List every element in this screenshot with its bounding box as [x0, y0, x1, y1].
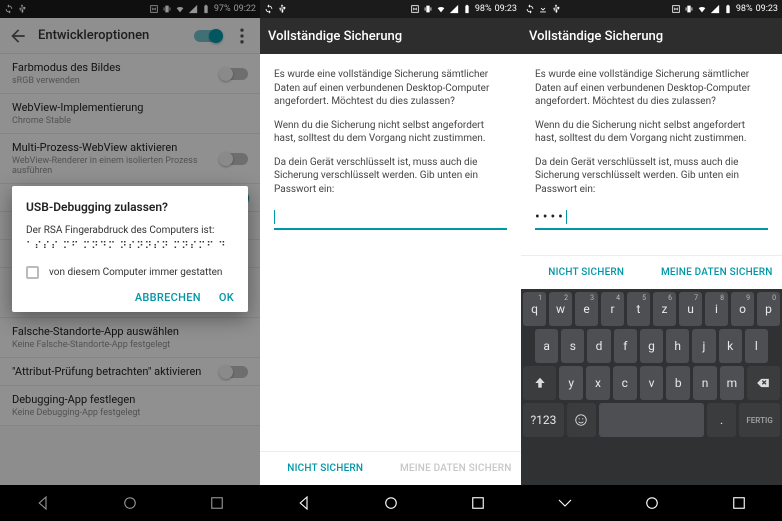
always-allow-checkbox[interactable]: von diesem Computer immer gestatten: [26, 266, 234, 279]
page-title: Vollständige Sicherung: [529, 29, 774, 44]
key-g[interactable]: g: [640, 329, 663, 363]
backup-paragraph-2: Wenn du die Sicherung nicht selbst angef…: [535, 119, 768, 146]
key-symbols[interactable]: ?123: [523, 403, 564, 437]
key-z[interactable]: z6: [653, 292, 676, 326]
key-y[interactable]: y: [559, 366, 583, 400]
wifi-icon: [697, 4, 707, 14]
key-space[interactable]: [599, 403, 704, 437]
key-b[interactable]: b: [666, 366, 690, 400]
key-n[interactable]: n: [693, 366, 717, 400]
do-not-backup-button[interactable]: NICHT SICHERN: [260, 452, 391, 485]
backup-paragraph-1: Es wurde eine vollständige Sicherung säm…: [535, 68, 768, 109]
status-bar: 98% 09:23: [260, 0, 521, 18]
nav-home-icon[interactable]: [632, 491, 672, 515]
key-done[interactable]: FERTIG: [739, 403, 780, 437]
battery-icon: [723, 4, 733, 14]
key-d[interactable]: d: [587, 329, 610, 363]
nav-back-icon[interactable]: [284, 491, 324, 515]
key-q[interactable]: q1: [523, 292, 546, 326]
clock: 09:23: [495, 4, 517, 14]
nav-hide-keyboard-icon[interactable]: [545, 491, 585, 515]
sync-icon: [525, 4, 535, 14]
usb-icon: [551, 4, 561, 14]
key-o[interactable]: o9: [731, 292, 754, 326]
screenshot-full-backup-empty: 98% 09:23 Vollständige Sicherung Es wurd…: [260, 0, 521, 521]
page-title: Vollständige Sicherung: [268, 29, 513, 44]
key-u[interactable]: u7: [679, 292, 702, 326]
nfc-icon: [410, 4, 420, 14]
key-x[interactable]: x: [586, 366, 610, 400]
key-s[interactable]: s: [561, 329, 584, 363]
clock: 09:23: [756, 4, 778, 14]
key-r[interactable]: r4: [601, 292, 624, 326]
checkbox-label: von diesem Computer immer gestatten: [49, 267, 222, 278]
battery-icon: [462, 4, 472, 14]
key-backspace[interactable]: [747, 366, 780, 400]
app-bar: Vollständige Sicherung: [521, 18, 782, 54]
app-bar: Vollständige Sicherung: [260, 18, 521, 54]
backup-paragraph-2: Wenn du die Sicherung nicht selbst angef…: [274, 119, 507, 146]
signal-icon: [449, 4, 459, 14]
key-shift[interactable]: [523, 366, 556, 400]
ok-button[interactable]: OK: [219, 291, 234, 304]
text-cursor: [566, 210, 567, 224]
backup-body: Es wurde eine vollständige Sicherung säm…: [260, 54, 521, 196]
navigation-bar: [521, 485, 782, 521]
rsa-fingerprint: ⠁⠎⠎⠎ ⠍⠋ ⠍⠝⠙⠍ ⠝⠎⠝⠝⠎⠝ ⠍⠝⠎⠍⠋ ⠙: [26, 241, 234, 252]
action-button-row: NICHT SICHERN MEINE DATEN SICHERN: [521, 255, 782, 289]
key-w[interactable]: w2: [549, 292, 572, 326]
backup-paragraph-3: Da dein Gerät verschlüsselt ist, muss au…: [535, 156, 768, 197]
nav-home-icon[interactable]: [371, 491, 411, 515]
vibrate-icon: [423, 4, 433, 14]
nav-recent-icon[interactable]: [719, 491, 759, 515]
backup-body: Es wurde eine vollständige Sicherung säm…: [521, 54, 782, 196]
soft-keyboard: q1w2e3r4t5z6u7i8o9p0 asdfghjkl yxcvbnm ?123…: [521, 289, 782, 485]
usb-debugging-dialog: USB-Debugging zulassen? Der RSA Fingerab…: [12, 186, 248, 312]
sync-icon: [264, 4, 274, 14]
backup-paragraph-3: Da dein Gerät verschlüsselt ist, muss au…: [274, 156, 507, 197]
action-button-row: NICHT SICHERN MEINE DATEN SICHERN: [260, 451, 521, 485]
key-a[interactable]: a: [535, 329, 558, 363]
cancel-button[interactable]: ABBRECHEN: [135, 291, 201, 304]
key-c[interactable]: c: [613, 366, 637, 400]
navigation-bar: [260, 485, 521, 521]
do-not-backup-button[interactable]: NICHT SICHERN: [521, 256, 652, 289]
password-input[interactable]: [274, 206, 507, 230]
key-k[interactable]: k: [719, 329, 742, 363]
usb-icon: [277, 4, 287, 14]
dialog-body: Der RSA Fingerabdruck des Computers ist:: [26, 224, 234, 238]
key-p[interactable]: p0: [757, 292, 780, 326]
nfc-icon: [671, 4, 681, 14]
battery-percent: 98%: [475, 4, 492, 14]
key-e[interactable]: e3: [575, 292, 598, 326]
key-f[interactable]: f: [614, 329, 637, 363]
status-bar: 98% 09:23: [521, 0, 782, 18]
checkbox-icon[interactable]: [26, 266, 39, 279]
key-m[interactable]: m: [720, 366, 744, 400]
key-i[interactable]: i8: [705, 292, 728, 326]
password-input[interactable]: ••••: [535, 206, 768, 230]
signal-icon: [710, 4, 720, 14]
vibrate-icon: [684, 4, 694, 14]
key-l[interactable]: l: [745, 329, 768, 363]
key-h[interactable]: h: [666, 329, 689, 363]
key-emoji[interactable]: [567, 403, 596, 437]
screenshot-developer-options: 97% 09:22 Entwickleroptionen Farbmodus d…: [0, 0, 260, 521]
nav-recent-icon[interactable]: [458, 491, 498, 515]
battery-percent: 98%: [736, 4, 753, 14]
key-period[interactable]: .: [707, 403, 736, 437]
dialog-title: USB-Debugging zulassen?: [26, 200, 234, 214]
key-v[interactable]: v: [640, 366, 664, 400]
text-cursor: [274, 210, 275, 224]
download-icon: [538, 4, 548, 14]
backup-paragraph-1: Es wurde eine vollständige Sicherung säm…: [274, 68, 507, 109]
backup-my-data-button[interactable]: MEINE DATEN SICHERN: [652, 256, 782, 289]
password-value: ••••: [535, 209, 566, 225]
wifi-icon: [436, 4, 446, 14]
backup-my-data-button[interactable]: MEINE DATEN SICHERN: [391, 452, 522, 485]
key-j[interactable]: j: [692, 329, 715, 363]
screenshot-full-backup-typing: 98% 09:23 Vollständige Sicherung Es wurd…: [521, 0, 782, 521]
key-t[interactable]: t5: [627, 292, 650, 326]
